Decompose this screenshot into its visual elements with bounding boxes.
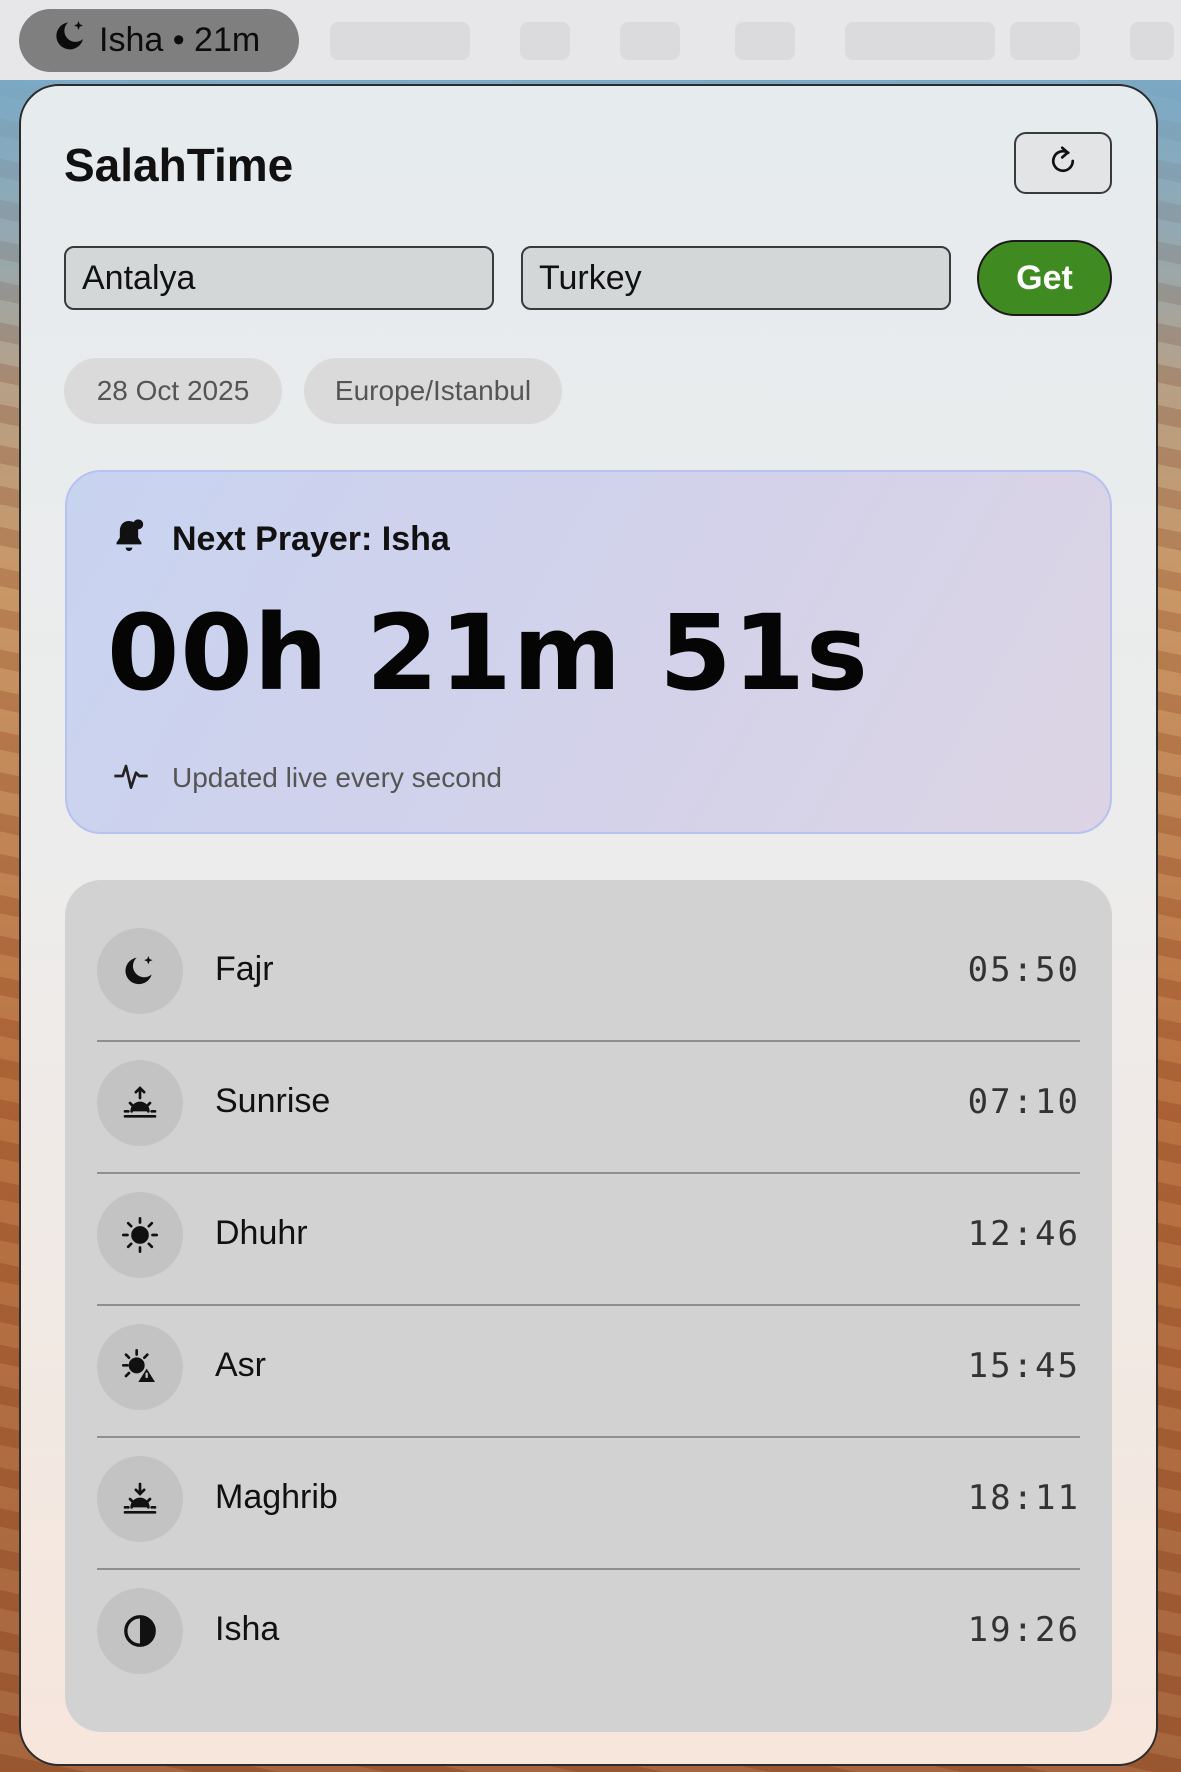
- prayer-row-fajr: Fajr 05:50: [97, 910, 1080, 1042]
- prayer-name: Isha: [215, 1610, 280, 1648]
- wifi-icon[interactable]: [1130, 22, 1174, 60]
- waveform-icon: [114, 764, 148, 789]
- menu-bar: Isha • 21m: [0, 0, 1181, 80]
- prayer-time: 19:26: [967, 1610, 1080, 1650]
- menu-bar-status-item[interactable]: Isha • 21m: [19, 9, 299, 72]
- menu-bar-item[interactable]: [330, 22, 470, 60]
- sunrise-icon: [97, 1060, 183, 1146]
- app-title: SalahTime: [64, 139, 294, 191]
- menu-bar-item[interactable]: [520, 22, 570, 60]
- bell-icon: [116, 519, 144, 551]
- half-circle-icon: [97, 1588, 183, 1674]
- sun-icon: [97, 1192, 183, 1278]
- salahtime-popover: SalahTime Antalya Turkey Get 28 Oct 2025…: [19, 84, 1158, 1766]
- prayer-name: Sunrise: [215, 1082, 331, 1120]
- moon-stars-icon: [53, 18, 89, 63]
- prayer-time: 05:50: [967, 950, 1080, 990]
- moon-stars-icon: [97, 928, 183, 1014]
- prayer-name: Asr: [215, 1346, 266, 1384]
- menu-bar-status-text: Isha • 21m: [99, 21, 261, 59]
- prayer-time: 12:46: [967, 1214, 1080, 1254]
- next-prayer-title: Next Prayer: Isha: [172, 520, 450, 558]
- prayer-name: Fajr: [215, 950, 274, 988]
- countdown-timer: 00h 21m 51s: [107, 592, 869, 714]
- refresh-icon: [1045, 143, 1081, 184]
- prayer-time: 15:45: [967, 1346, 1080, 1386]
- prayer-row-asr: Asr 15:45: [97, 1306, 1080, 1438]
- live-update-text: Updated live every second: [172, 762, 502, 793]
- date-chip: 28 Oct 2025: [64, 358, 282, 424]
- prayer-name: Maghrib: [215, 1478, 338, 1516]
- menu-bar-item[interactable]: [620, 22, 680, 60]
- sun-haze-icon: [97, 1324, 183, 1410]
- prayer-row-sunrise: Sunrise 07:10: [97, 1042, 1080, 1174]
- sunset-icon: [97, 1456, 183, 1542]
- refresh-button[interactable]: [1014, 132, 1112, 194]
- prayer-row-dhuhr: Dhuhr 12:46: [97, 1174, 1080, 1306]
- prayer-row-maghrib: Maghrib 18:11: [97, 1438, 1080, 1570]
- menu-bar-item[interactable]: [845, 22, 995, 60]
- prayer-time: 18:11: [967, 1478, 1080, 1518]
- next-prayer-card: Next Prayer: Isha 00h 21m 51s Updated li…: [65, 470, 1112, 834]
- prayer-time: 07:10: [967, 1082, 1080, 1122]
- get-button[interactable]: Get: [977, 240, 1112, 316]
- country-input[interactable]: Turkey: [521, 246, 951, 310]
- prayer-times-list: Fajr 05:50 Sunrise 07:10 Dhuhr 12:46 Asr…: [65, 880, 1112, 1732]
- city-input[interactable]: Antalya: [64, 246, 494, 310]
- prayer-name: Dhuhr: [215, 1214, 308, 1252]
- menu-bar-item[interactable]: [735, 22, 795, 60]
- battery-icon[interactable]: [1010, 22, 1080, 60]
- prayer-row-isha: Isha 19:26: [97, 1570, 1080, 1702]
- timezone-chip: Europe/Istanbul: [304, 358, 562, 424]
